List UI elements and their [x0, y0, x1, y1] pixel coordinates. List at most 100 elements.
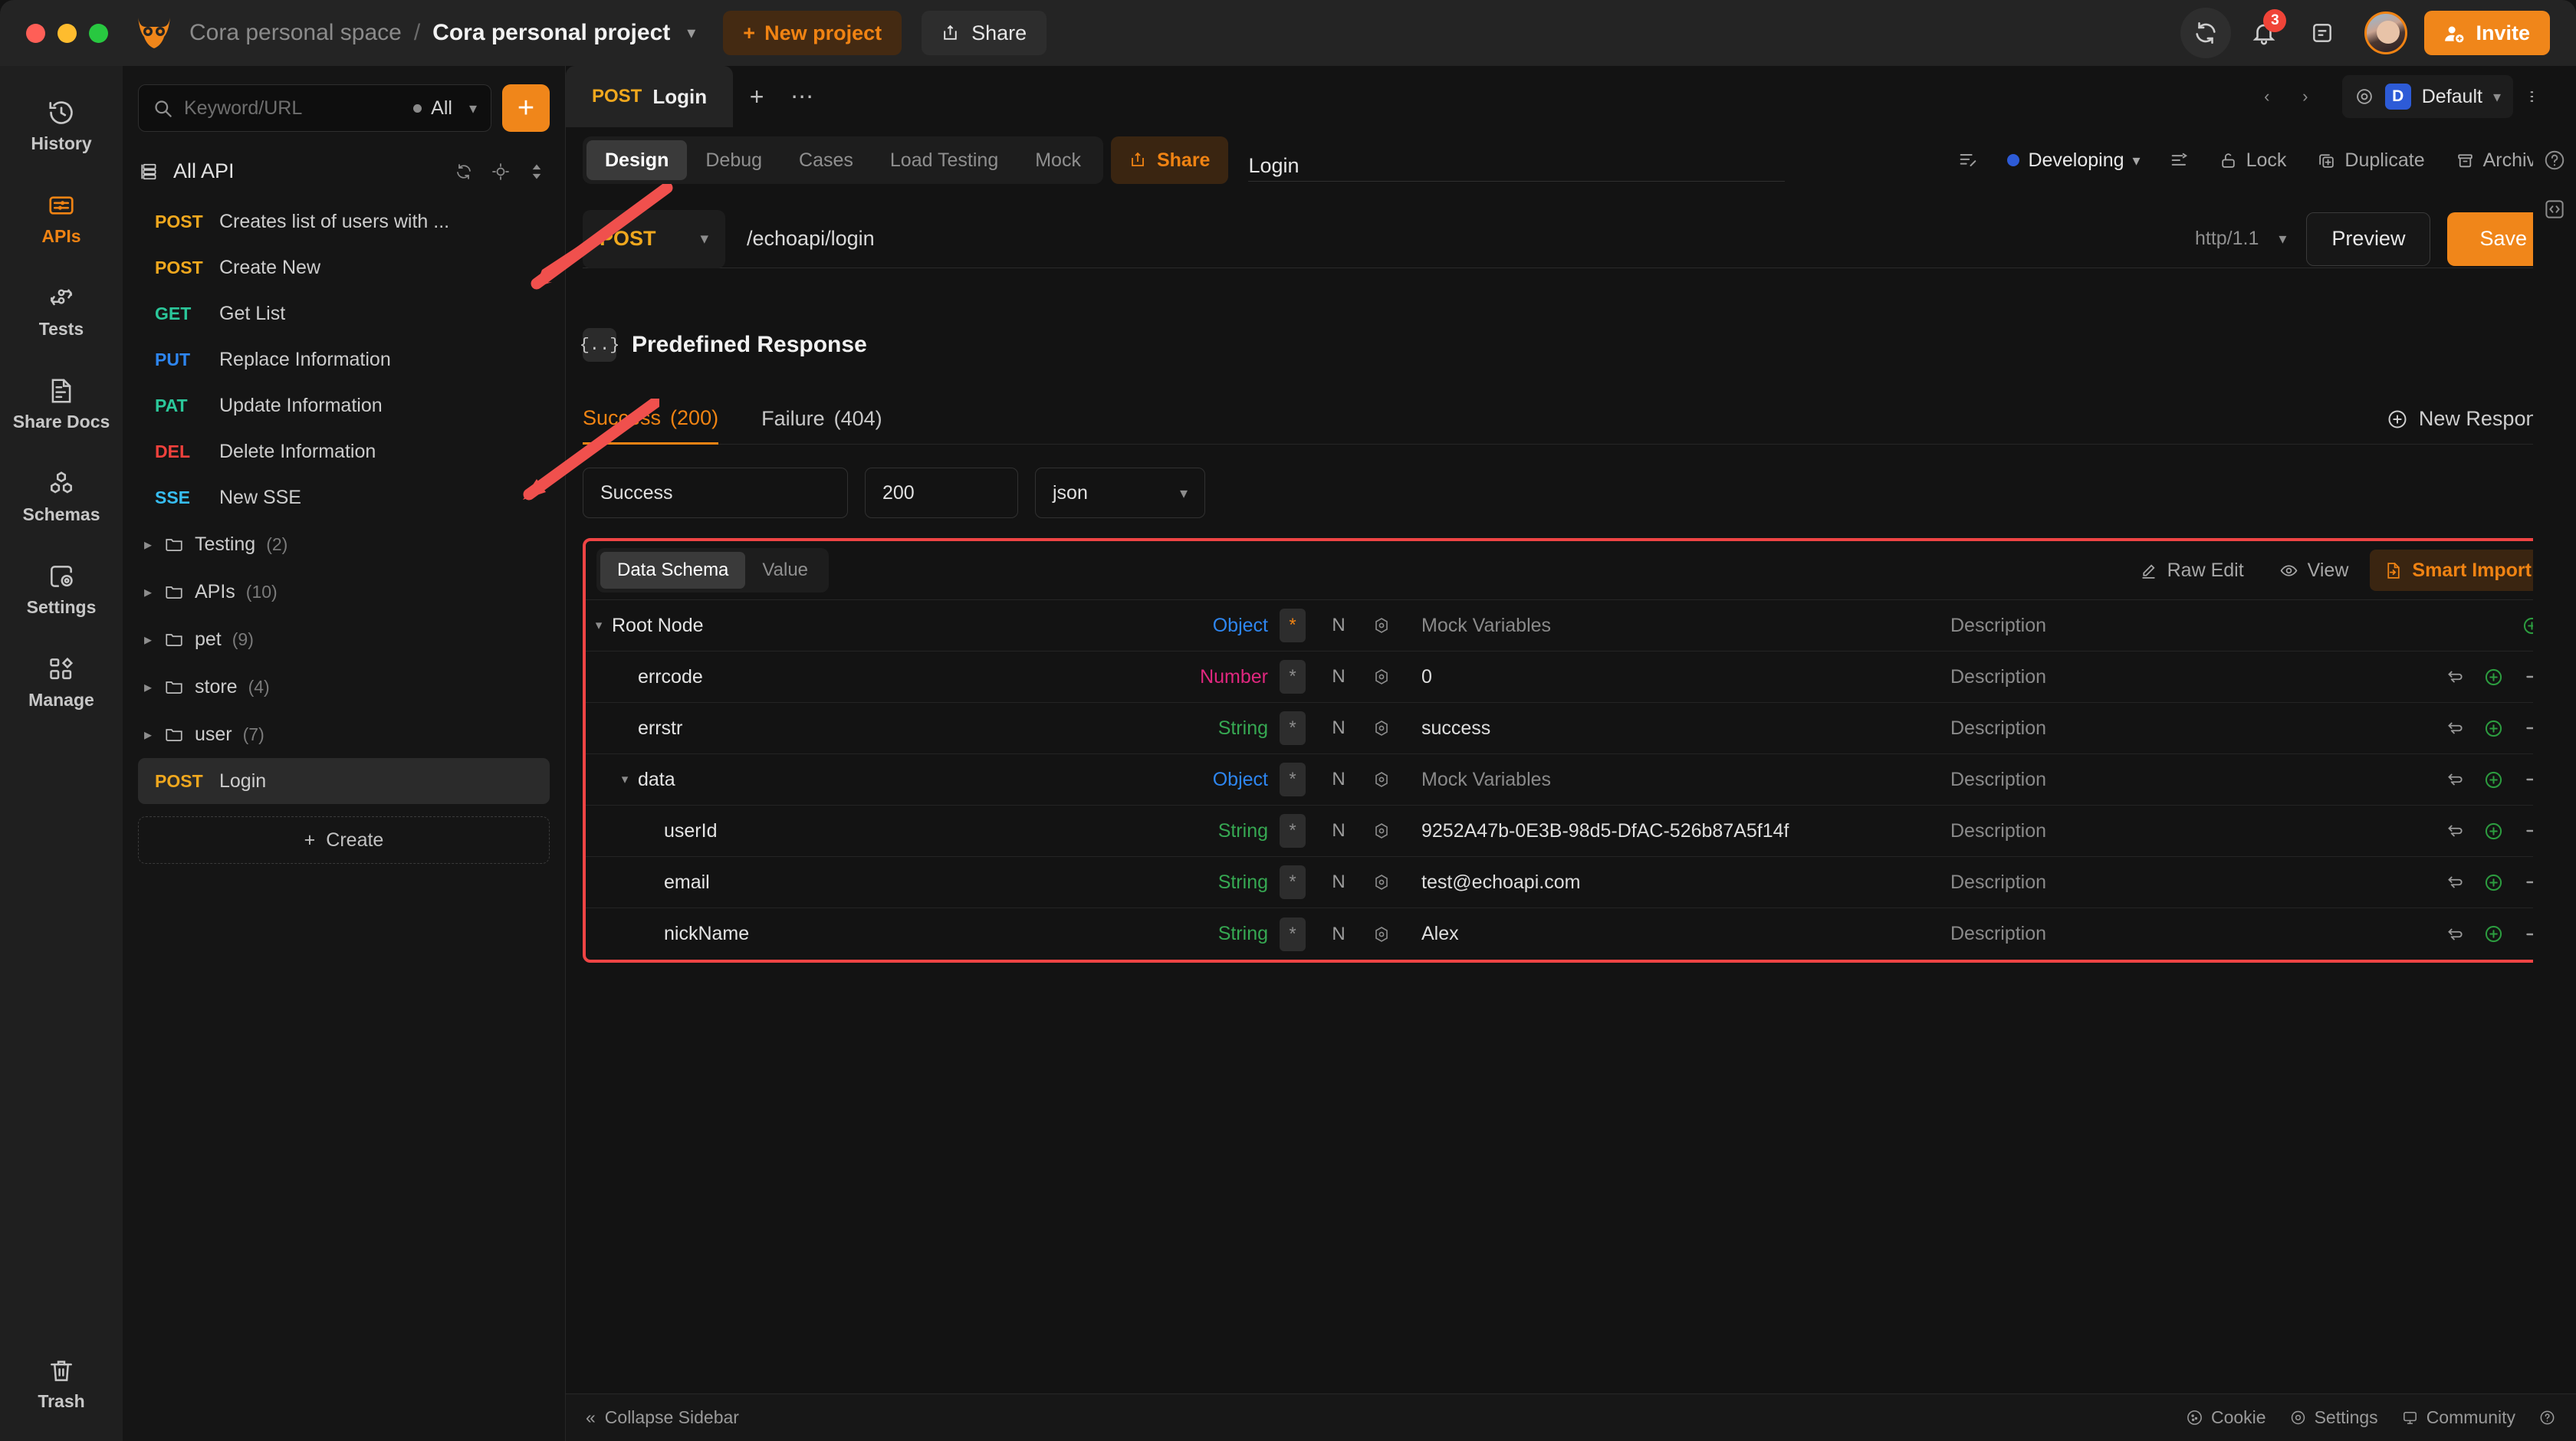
caret-down-icon[interactable]: ▾: [586, 618, 612, 633]
sidebar-item-trash[interactable]: Trash: [0, 1344, 123, 1423]
sidebar-item-tests[interactable]: Tests: [0, 271, 123, 350]
schema-type[interactable]: String: [1122, 717, 1268, 740]
search-input[interactable]: Keyword/URL All ▾: [138, 84, 491, 132]
tab-overflow-menu-icon[interactable]: ⋯: [780, 66, 825, 127]
tab-mock[interactable]: Mock: [1017, 140, 1099, 180]
schema-key[interactable]: data: [638, 769, 675, 791]
tab-value[interactable]: Value: [745, 552, 825, 589]
create-button[interactable]: + Create: [138, 816, 550, 864]
required-toggle[interactable]: *: [1280, 865, 1306, 899]
duplicate-button[interactable]: Duplicate: [2305, 139, 2436, 182]
community-button[interactable]: Community: [2401, 1407, 2515, 1428]
smart-import-button[interactable]: Smart Import: [2370, 550, 2545, 591]
folder-item[interactable]: ▸ pet (9): [138, 615, 550, 663]
add-child-icon[interactable]: [2483, 821, 2504, 842]
api-title[interactable]: Login: [1248, 139, 1786, 182]
schema-value[interactable]: Mock Variables: [1403, 615, 1950, 637]
convert-icon[interactable]: [2445, 821, 2465, 841]
sidebar-item-history[interactable]: History: [0, 86, 123, 165]
maximize-window-button[interactable]: [89, 23, 108, 43]
caret-down-icon[interactable]: ▾: [612, 772, 638, 787]
schema-value[interactable]: test@echoapi.com: [1403, 871, 1950, 894]
schema-description[interactable]: Description: [1950, 871, 2380, 894]
schema-nullable[interactable]: N: [1317, 871, 1360, 893]
schema-type[interactable]: String: [1122, 871, 1268, 894]
schema-nullable[interactable]: N: [1317, 666, 1360, 688]
add-child-icon[interactable]: [2483, 718, 2504, 739]
convert-icon[interactable]: [2445, 924, 2465, 944]
breadcrumb-space[interactable]: Cora personal space: [189, 20, 402, 46]
schema-nullable[interactable]: N: [1317, 717, 1360, 739]
tab-data-schema[interactable]: Data Schema: [600, 552, 746, 589]
convert-icon[interactable]: [2445, 667, 2465, 687]
tab-design[interactable]: Design: [586, 140, 688, 180]
tab-login[interactable]: POST Login: [566, 66, 734, 127]
schema-key[interactable]: email: [664, 871, 710, 894]
schema-options-icon[interactable]: [1360, 616, 1403, 635]
code-snippet-icon[interactable]: [2543, 198, 2566, 221]
schema-nullable[interactable]: N: [1317, 820, 1360, 842]
required-toggle[interactable]: *: [1280, 814, 1306, 848]
cookie-button[interactable]: Cookie: [2186, 1407, 2266, 1428]
status-selector[interactable]: Developing ▾: [1995, 139, 2152, 182]
schema-type[interactable]: Object: [1122, 615, 1268, 637]
environment-selector[interactable]: D Default ▾: [2341, 75, 2513, 118]
share-button[interactable]: Share: [922, 11, 1047, 55]
required-toggle[interactable]: *: [1280, 609, 1306, 642]
folder-item[interactable]: ▸ Testing (2): [138, 520, 550, 568]
required-toggle[interactable]: *: [1280, 763, 1306, 796]
notifications-bell-icon[interactable]: 3: [2239, 8, 2289, 58]
schema-key[interactable]: errstr: [638, 717, 682, 740]
tab-load-testing[interactable]: Load Testing: [872, 140, 1017, 180]
schema-nullable[interactable]: N: [1317, 615, 1360, 636]
protocol-selector[interactable]: http/1.1 ▾: [2195, 228, 2306, 250]
api-list-item[interactable]: GET Get List: [138, 290, 550, 336]
api-list-item[interactable]: PAT Update Information: [138, 382, 550, 428]
schema-row[interactable]: userId String * N 9252A47b-0E3B-98d5-DfA…: [586, 806, 2556, 857]
convert-icon[interactable]: [2445, 872, 2465, 892]
close-window-button[interactable]: [26, 23, 45, 43]
invite-button[interactable]: Invite: [2424, 11, 2550, 55]
breadcrumb-project[interactable]: Cora personal project: [432, 20, 670, 46]
sidebar-item-apis[interactable]: APIs: [0, 179, 123, 258]
search-filter-select[interactable]: All ▾: [413, 97, 477, 120]
schema-value[interactable]: 9252A47b-0E3B-98d5-DfAC-526b87A5f14f: [1403, 820, 1950, 842]
schema-value[interactable]: 0: [1403, 666, 1950, 688]
schema-type[interactable]: Object: [1122, 769, 1268, 791]
help-circle-icon[interactable]: [2543, 149, 2566, 172]
tab-debug[interactable]: Debug: [687, 140, 780, 180]
add-api-button[interactable]: +: [502, 84, 550, 132]
response-type-select[interactable]: json ▾: [1035, 468, 1205, 518]
schema-description[interactable]: Description: [1950, 666, 2380, 688]
required-toggle[interactable]: *: [1280, 917, 1306, 951]
folder-item[interactable]: ▸ store (4): [138, 663, 550, 711]
schema-options-icon[interactable]: [1360, 822, 1403, 840]
schema-nullable[interactable]: N: [1317, 924, 1360, 945]
schema-value[interactable]: Mock Variables: [1403, 769, 1950, 791]
schema-row[interactable]: ▾ data Object * N Mock Variables Descrip: [586, 754, 2556, 806]
tab-cases[interactable]: Cases: [780, 140, 872, 180]
schema-options-icon[interactable]: [1360, 873, 1403, 891]
api-list-item[interactable]: SSE New SSE: [138, 474, 550, 520]
sidebar-item-share-docs[interactable]: Share Docs: [0, 364, 123, 443]
tab-success-200[interactable]: Success (200): [583, 394, 719, 445]
schema-key[interactable]: userId: [664, 820, 717, 842]
schema-type[interactable]: String: [1122, 820, 1268, 842]
docs-panel-icon[interactable]: [2297, 8, 2348, 58]
schema-options-icon[interactable]: [1360, 668, 1403, 686]
schema-type[interactable]: String: [1122, 923, 1268, 945]
convert-icon[interactable]: [2445, 770, 2465, 789]
required-toggle[interactable]: *: [1280, 660, 1306, 694]
schema-description[interactable]: Description: [1950, 615, 2380, 637]
lock-button[interactable]: Lock: [2206, 139, 2299, 182]
minimize-window-button[interactable]: [58, 23, 77, 43]
schema-value[interactable]: success: [1403, 717, 1950, 740]
schema-row[interactable]: nickName String * N Alex Description: [586, 908, 2556, 960]
schema-options-icon[interactable]: [1360, 925, 1403, 944]
sidebar-item-manage[interactable]: Manage: [0, 642, 123, 721]
schema-description[interactable]: Description: [1950, 820, 2380, 842]
convert-icon[interactable]: [2445, 718, 2465, 738]
chevron-down-icon[interactable]: ▾: [687, 23, 695, 43]
new-project-button[interactable]: + New project: [723, 11, 902, 55]
api-list-item[interactable]: POST Creates list of users with ...: [138, 199, 550, 245]
